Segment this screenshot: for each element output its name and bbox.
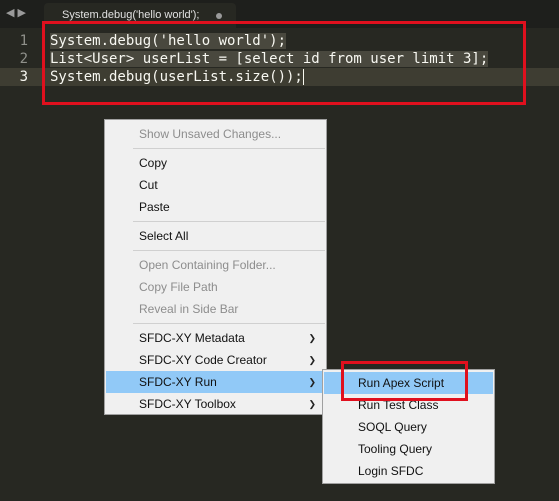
menu-item-sfdc-xy-toolbox[interactable]: SFDC-XY Toolbox ❯: [106, 393, 325, 415]
chevron-right-icon: ❯: [308, 333, 316, 343]
context-menu: Show Unsaved Changes... Copy Cut Paste S…: [104, 119, 327, 415]
menu-item-copy[interactable]: Copy: [106, 152, 325, 174]
menu-separator: [133, 148, 325, 149]
nav-arrows: ◀▶: [6, 6, 29, 19]
menu-item-label: Copy File Path: [139, 280, 218, 294]
menu-item-show-unsaved-changes[interactable]: Show Unsaved Changes...: [106, 123, 325, 145]
menu-item-reveal-in-side-bar[interactable]: Reveal in Side Bar: [106, 298, 325, 320]
menu-item-sfdc-xy-metadata[interactable]: SFDC-XY Metadata ❯: [106, 327, 325, 349]
menu-item-label: Cut: [139, 178, 158, 192]
line-number: 1: [19, 33, 28, 49]
menu-item-label: SFDC-XY Run: [139, 375, 217, 389]
submenu-item-label: Login SFDC: [358, 464, 424, 478]
menu-item-sfdc-xy-run[interactable]: SFDC-XY Run ❯: [106, 371, 325, 393]
menu-item-copy-file-path[interactable]: Copy File Path: [106, 276, 325, 298]
submenu-item-soql-query[interactable]: SOQL Query: [324, 416, 493, 438]
menu-item-label: SFDC-XY Code Creator: [139, 353, 267, 367]
submenu-item-tooling-query[interactable]: Tooling Query: [324, 438, 493, 460]
menu-item-label: SFDC-XY Metadata: [139, 331, 245, 345]
menu-item-label: Copy: [139, 156, 168, 170]
submenu-item-label: Tooling Query: [358, 442, 433, 456]
tab-title: System.debug('hello world');: [62, 9, 200, 21]
nav-back-icon[interactable]: ◀: [6, 6, 17, 19]
code-highlight-box: [42, 21, 526, 105]
chevron-right-icon: ❯: [308, 377, 316, 387]
menu-item-paste[interactable]: Paste: [106, 196, 325, 218]
menu-item-label: Reveal in Side Bar: [139, 302, 239, 316]
chevron-right-icon: ❯: [308, 355, 316, 365]
unsaved-dot-icon[interactable]: [216, 13, 222, 19]
menu-item-cut[interactable]: Cut: [106, 174, 325, 196]
menu-item-select-all[interactable]: Select All: [106, 225, 325, 247]
menu-item-label: SFDC-XY Toolbox: [139, 397, 236, 411]
menu-item-label: Open Containing Folder...: [139, 258, 276, 272]
submenu-item-login-sfdc[interactable]: Login SFDC: [324, 460, 493, 482]
menu-item-label: Show Unsaved Changes...: [139, 127, 282, 141]
nav-forward-icon[interactable]: ▶: [17, 6, 28, 19]
menu-item-label: Select All: [139, 229, 189, 243]
menu-separator: [133, 221, 325, 222]
menu-item-label: Paste: [139, 200, 170, 214]
chevron-right-icon: ❯: [308, 399, 316, 409]
line-number: 3: [19, 69, 28, 85]
submenu-highlight-box: [341, 361, 468, 401]
line-number: 2: [19, 51, 28, 67]
menu-separator: [133, 323, 325, 324]
menu-separator: [133, 250, 325, 251]
submenu-item-label: SOQL Query: [358, 420, 427, 434]
menu-item-sfdc-xy-code-creator[interactable]: SFDC-XY Code Creator ❯: [106, 349, 325, 371]
menu-item-open-containing-folder[interactable]: Open Containing Folder...: [106, 254, 325, 276]
